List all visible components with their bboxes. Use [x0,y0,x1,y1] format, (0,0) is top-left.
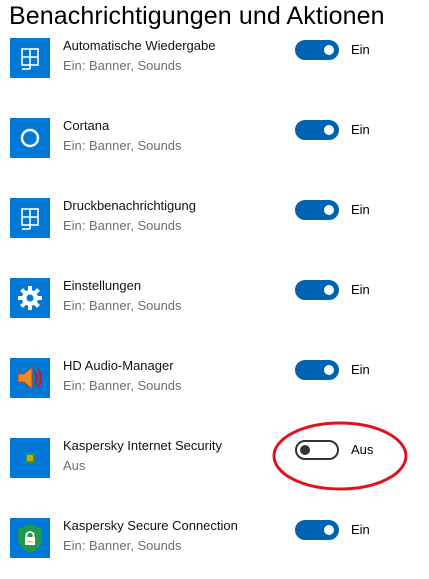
toggle-knob [300,445,310,455]
toggle-knob [324,285,334,295]
notification-toggle[interactable] [295,200,339,220]
kaspersky-vpn-icon [10,518,50,558]
notification-toggle[interactable] [295,440,339,460]
app-status: Aus [63,458,86,473]
app-name: Einstellungen [63,278,142,293]
app-row-print[interactable]: Druckbenachrichtigung Ein: Banner, Sound… [0,198,429,258]
app-row-cortana[interactable]: Cortana Ein: Banner, Sounds Ein [0,118,429,178]
app-status: Ein: Banner, Sounds [63,58,182,73]
app-name: HD Audio-Manager [63,358,174,373]
toggle-knob [324,365,334,375]
app-row-settings[interactable]: Einstellungen Ein: Banner, Sounds Ein [0,278,429,338]
toggle-label: Aus [351,442,374,457]
toggle-knob [324,205,334,215]
app-status: Ein: Banner, Sounds [63,298,182,313]
toggle-label: Ein [351,42,370,57]
cortana-icon [10,118,50,158]
speaker-icon [10,358,50,398]
app-row-autoplay[interactable]: Automatische Wiedergabe Ein: Banner, Sou… [0,38,429,98]
app-name: Kaspersky Internet Security [63,438,222,453]
toggle-label: Ein [351,202,370,217]
notification-toggle[interactable] [295,120,339,140]
app-row-kaspersky-secure-connection[interactable]: Kaspersky Secure Connection Ein: Banner,… [0,518,429,578]
app-name: Druckbenachrichtigung [63,198,196,213]
toggle-label: Ein [351,282,370,297]
app-status: Ein: Banner, Sounds [63,538,182,553]
print-notification-icon [10,198,50,238]
app-status: Ein: Banner, Sounds [63,138,182,153]
notification-toggle[interactable] [295,40,339,60]
app-row-hd-audio[interactable]: HD Audio-Manager Ein: Banner, Sounds Ein [0,358,429,418]
autoplay-icon [10,38,50,78]
toggle-label: Ein [351,522,370,537]
notification-toggle[interactable] [295,360,339,380]
app-name: Kaspersky Secure Connection [63,518,238,533]
toggle-knob [324,45,334,55]
notification-toggle[interactable] [295,280,339,300]
gear-icon [10,278,50,318]
app-row-kaspersky-internet-security[interactable]: Kaspersky Internet Security Aus Aus [0,438,429,498]
toggle-label: Ein [351,362,370,377]
app-name: Automatische Wiedergabe [63,38,216,53]
toggle-knob [324,125,334,135]
toggle-label: Ein [351,122,370,137]
app-status: Ein: Banner, Sounds [63,218,182,233]
toggle-knob [324,525,334,535]
kaspersky-icon [10,438,50,478]
app-name: Cortana [63,118,110,133]
notification-toggle[interactable] [295,520,339,540]
page-title: Benachrichtigungen und Aktionen [9,2,385,30]
app-status: Ein: Banner, Sounds [63,378,182,393]
